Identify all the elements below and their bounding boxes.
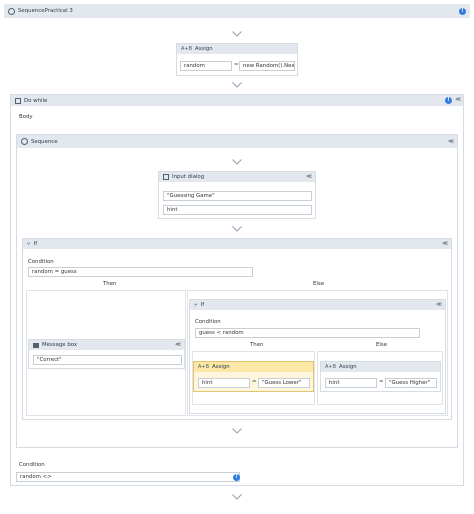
assign-icon: A+B [325,364,337,370]
message-box-icon [33,342,39,348]
do-while-info-icon[interactable]: ! [445,97,452,104]
assign-higher-value-field[interactable]: "Guess Higher" [385,378,437,388]
if-icon: ⑂ [27,240,31,248]
if-inner-title: If [200,302,205,308]
do-while-condition-label: Condition [19,462,45,468]
sequence-title: Sequence [31,138,58,145]
do-while-collapse-icon[interactable]: ≪ [455,96,461,103]
assign-lower-value-field[interactable]: "Guess Lower" [258,378,310,388]
message-box-collapse-icon[interactable]: ≪ [175,341,181,348]
if-outer-condition-label: Condition [28,259,54,265]
root-sequence-title: SequencePractical 3 [18,8,73,14]
sequence-collapse-icon[interactable]: ≪ [448,138,454,145]
drop-arrow-icon[interactable] [232,31,242,37]
message-box-text-field[interactable]: "Correct" [33,355,182,365]
input-dialog-title-field[interactable]: "Guessing Game" [163,191,312,201]
dialog-icon [163,174,169,180]
if-inner-condition-label: Condition [195,319,221,325]
input-dialog-activity[interactable]: Input dialog ≪ "Guessing Game" hint [158,171,316,219]
if-icon: ⑂ [194,301,198,309]
if-outer-condition-field[interactable]: random = guess [28,267,253,277]
if-inner-header: ⑂ If [190,300,445,310]
if-outer-then-label: Then [103,281,117,287]
assign-top-value-field[interactable]: new Random().Nex [239,61,295,71]
assign-higher-activity[interactable]: A+B Assign hint = "Guess Higher" [320,361,441,392]
message-box-header: Message box [29,340,184,350]
root-sequence-header[interactable]: SequencePractical 3 [4,4,470,18]
assign-top-activity[interactable]: A+B Assign random = new Random().Nex [176,43,298,76]
sequence-icon [8,7,15,15]
assign-lower-activity[interactable]: A+B Assign hint = "Guess Lower" [193,361,314,392]
drop-arrow-icon[interactable] [232,82,242,88]
do-while-title: Do while [24,97,48,104]
assign-higher-to-field[interactable]: hint [325,378,377,388]
condition-info-icon[interactable]: ! [233,474,240,481]
sequence-header: Sequence [17,135,457,148]
input-dialog-result-field[interactable]: hint [163,205,312,215]
assign-top-header: A+B Assign [177,44,297,54]
assign-icon: A+B [198,364,210,370]
assign-icon: A+B [181,46,193,52]
equals-sign: = [252,379,257,385]
equals-sign: = [234,62,239,68]
do-while-condition-field[interactable]: random <> [16,472,240,482]
assign-higher-title: Assign [339,364,357,370]
input-dialog-title: Input dialog [172,174,205,180]
assign-lower-header: A+B Assign [194,362,313,372]
input-dialog-header: Input dialog [159,172,315,182]
drop-arrow-icon[interactable] [232,226,242,232]
root-info-icon[interactable]: ! [459,8,466,15]
if-inner-else-label: Else [376,342,388,348]
do-while-header: Do while [11,95,463,106]
if-inner-then-label: Then [250,342,264,348]
drop-arrow-icon[interactable] [232,428,242,434]
if-outer-title: If [33,241,38,247]
equals-sign: = [379,379,384,385]
if-inner-collapse-icon[interactable]: ≪ [436,301,442,308]
assign-higher-header: A+B Assign [321,362,440,372]
if-inner-condition-field[interactable]: guess < random [195,328,420,338]
input-dialog-collapse-icon[interactable]: ≪ [306,173,312,180]
sequence-icon [21,138,28,145]
if-outer-else-label: Else [313,281,325,287]
if-outer-collapse-icon[interactable]: ≪ [442,240,448,247]
assign-top-to-field[interactable]: random [180,61,232,71]
drop-arrow-icon[interactable] [232,159,242,165]
assign-top-title: Assign [195,46,213,52]
if-outer-header: ⑂ If [23,239,451,249]
message-box-activity[interactable]: Message box ≪ "Correct" [28,339,185,369]
assign-lower-title: Assign [212,364,230,370]
drop-arrow-icon[interactable] [232,494,242,500]
message-box-title: Message box [42,342,78,348]
do-while-body-label: Body [19,114,33,120]
assign-lower-to-field[interactable]: hint [198,378,250,388]
do-while-icon [15,97,21,104]
